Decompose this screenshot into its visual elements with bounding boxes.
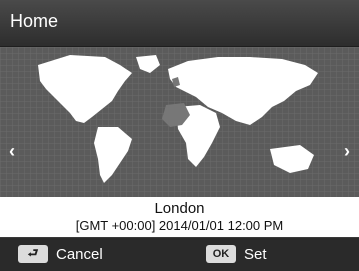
cancel-button[interactable]: ⮐ Cancel — [18, 243, 103, 265]
set-button[interactable]: OK Set — [206, 243, 267, 265]
previous-city-button[interactable]: ‹ — [4, 139, 20, 163]
time-detail: [GMT +00:00] 2014/01/01 12:00 PM — [75, 218, 284, 233]
location-info: London [GMT +00:00] 2014/01/01 12:00 PM — [0, 197, 359, 237]
ok-key-label: OK — [212, 248, 230, 260]
ok-key-icon: OK — [206, 245, 236, 263]
next-city-button[interactable]: › — [339, 139, 355, 163]
return-arrow-icon: ⮐ — [18, 245, 48, 263]
cancel-label: Cancel — [56, 245, 103, 263]
world-map — [0, 47, 359, 197]
world-map-area: ‹ › — [0, 47, 359, 197]
set-label: Set — [244, 245, 267, 263]
page-title: Home — [10, 11, 59, 31]
chevron-left-icon: ‹ — [9, 140, 15, 161]
world-time-screen: Home ‹ › London [GMT +00:00] 2014/01/01 … — [0, 0, 359, 271]
chevron-right-icon: › — [344, 140, 350, 161]
bottom-bar: ⮐ Cancel OK Set — [0, 237, 359, 271]
title-bar: Home — [0, 0, 359, 47]
city-name: London — [154, 200, 205, 217]
